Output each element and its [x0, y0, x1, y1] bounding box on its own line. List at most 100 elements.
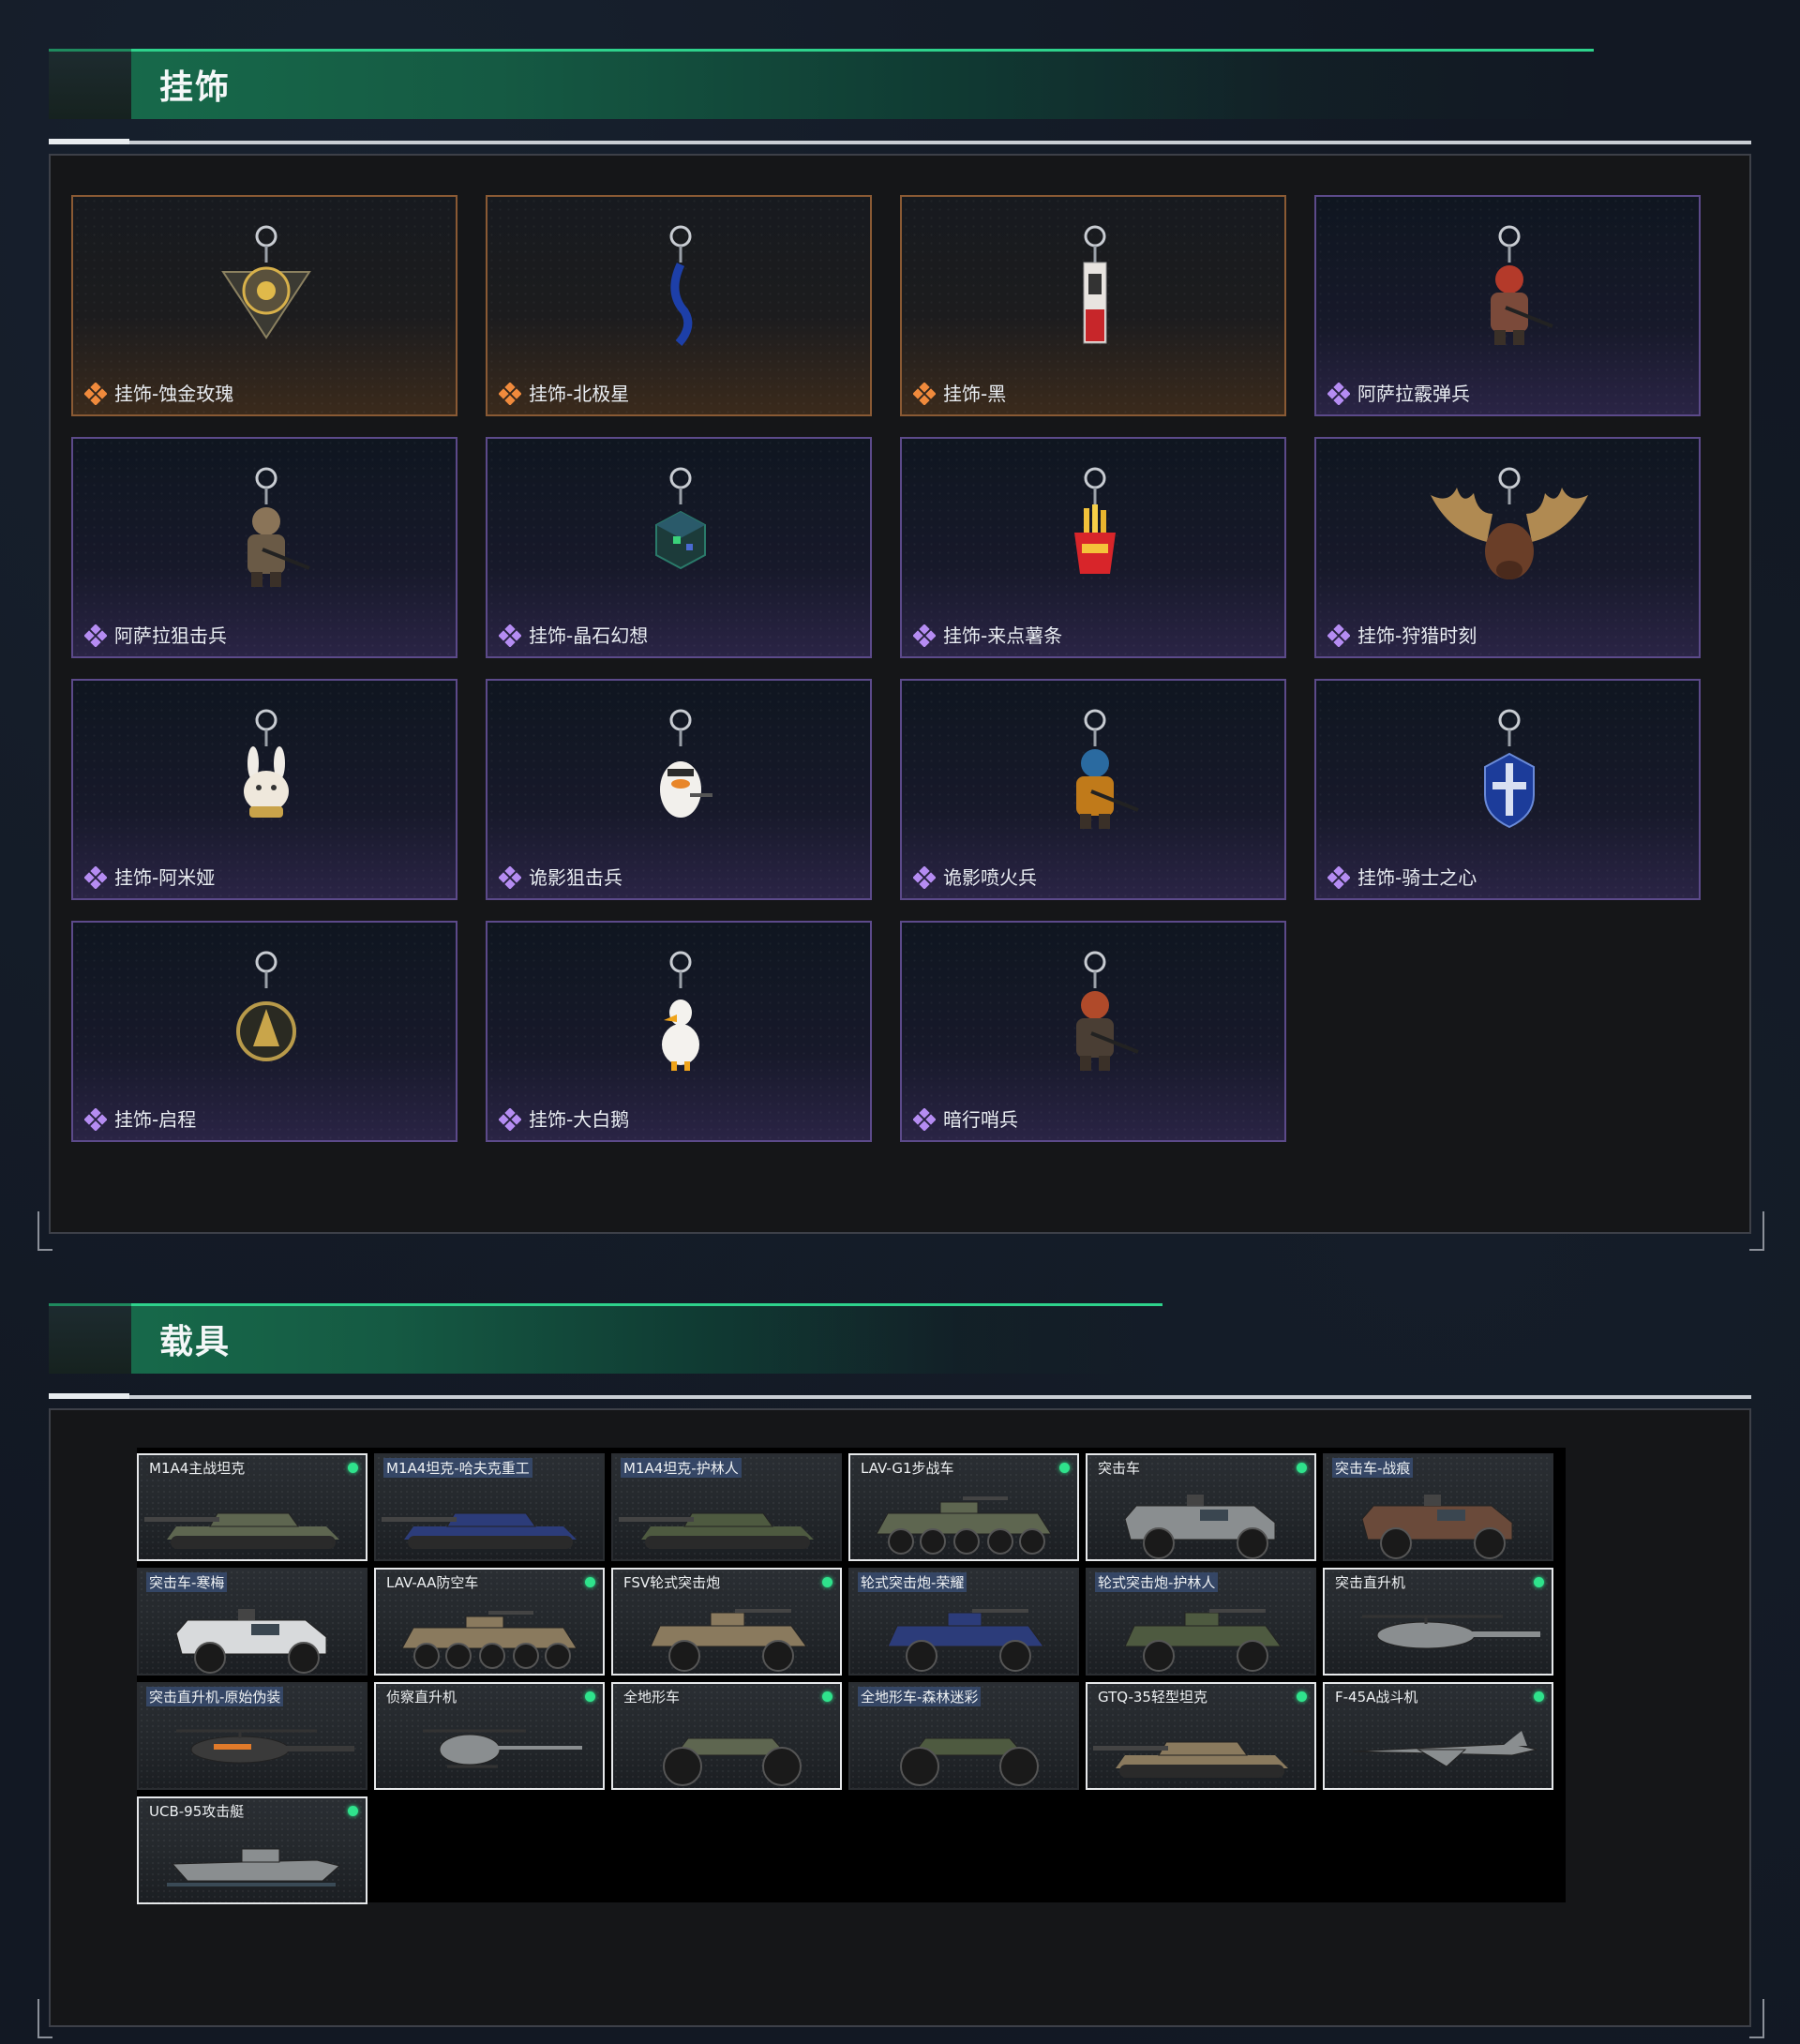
charm-name: 挂饰-晶石幻想 [529, 624, 649, 647]
atv-vehicle-icon [900, 1737, 1039, 1786]
vehicle-card[interactable]: GTQ-35轻型坦克 [1086, 1682, 1316, 1790]
charm-name: 挂饰-黑 [943, 383, 1007, 405]
header-left-block [49, 1303, 131, 1374]
vehicles-section-header: 载具 [49, 1303, 1751, 1399]
vehicle-name: F-45A战斗机 [1332, 1687, 1421, 1706]
vehicle-name: 突击车-战痕 [1332, 1458, 1414, 1478]
vehicle-card[interactable]: 全地形车 [611, 1682, 842, 1790]
rarity-diamond-icon [498, 865, 522, 890]
owned-status-dot [1297, 1463, 1307, 1473]
vehicle-card[interactable]: M1A4坦克-哈夫克重工 [374, 1453, 605, 1561]
rarity-diamond-icon [1327, 382, 1351, 406]
charm-name: 诡影狙击兵 [529, 866, 622, 889]
tank-vehicle-icon [619, 1512, 814, 1549]
charm-card[interactable]: 挂饰-蚀金玫瑰 [71, 195, 458, 416]
vehicle-card[interactable]: 轮式突击炮-荣耀 [848, 1568, 1079, 1676]
tank-vehicle-icon [382, 1512, 577, 1549]
tag-card-charm-icon [1083, 225, 1107, 344]
scout-vehicle-icon [423, 1729, 582, 1768]
charm-card[interactable]: 挂饰-黑 [900, 195, 1286, 416]
vehicle-card[interactable]: 侦察直升机 [374, 1682, 605, 1790]
charm-card[interactable]: 挂饰-来点薯条 [900, 437, 1286, 658]
vehicle-name: UCB-95攻击艇 [146, 1801, 248, 1821]
charm-card[interactable]: 挂饰-启程 [71, 921, 458, 1142]
flamethrower-figure-charm-icon [1076, 709, 1139, 829]
rarity-diamond-icon [83, 865, 108, 890]
rarity-diamond-icon [1327, 624, 1351, 648]
charm-name: 暗行哨兵 [943, 1108, 1018, 1131]
header-divider [49, 1395, 1751, 1399]
charm-card[interactable]: 挂饰-大白鹅 [486, 921, 872, 1142]
heli-vehicle-icon [1362, 1615, 1540, 1649]
header-bar [131, 1303, 1162, 1374]
vehicle-card[interactable]: 突击车-寒梅 [137, 1568, 368, 1676]
charm-name: 挂饰-大白鹅 [529, 1108, 630, 1131]
vehicle-card[interactable]: UCB-95攻击艇 [137, 1796, 368, 1904]
vehicle-name: 轮式突击炮-护林人 [1095, 1572, 1219, 1592]
frame-corner [38, 1211, 52, 1251]
vehicle-card[interactable]: 轮式突击炮-护林人 [1086, 1568, 1316, 1676]
jet-vehicle-icon [1352, 1731, 1538, 1767]
vehicle-card[interactable]: 全地形车-森林迷彩 [848, 1682, 1079, 1790]
vehicle-card[interactable]: F-45A战斗机 [1323, 1682, 1553, 1790]
rarity-diamond-icon [1327, 865, 1351, 890]
charm-card[interactable]: 暗行哨兵 [900, 921, 1286, 1142]
charm-name: 阿萨拉霰弹兵 [1358, 383, 1470, 405]
rarity-diamond-icon [498, 1107, 522, 1132]
owned-status-dot [822, 1577, 832, 1587]
sniper-figure-charm-icon [248, 467, 310, 587]
vehicle-name: FSV轮式突击炮 [621, 1572, 724, 1592]
vehicle-card[interactable]: LAV-AA防空车 [374, 1568, 605, 1676]
vehicle-card[interactable]: FSV轮式突击炮 [611, 1568, 842, 1676]
rarity-diamond-icon [912, 1107, 937, 1132]
charm-card[interactable]: 诡影狙击兵 [486, 679, 872, 900]
white-goose-charm-icon [662, 951, 699, 1071]
vehicle-card[interactable]: M1A4主战坦克 [137, 1453, 368, 1561]
buggy-vehicle-icon [1124, 1609, 1282, 1672]
owned-status-dot [822, 1691, 832, 1702]
rarity-diamond-icon [912, 624, 937, 648]
buggy-vehicle-icon [650, 1609, 807, 1672]
owned-status-dot [1297, 1691, 1307, 1702]
owned-status-dot [1059, 1463, 1070, 1473]
vehicle-card[interactable]: 突击车-战痕 [1323, 1453, 1553, 1561]
tank-vehicle-icon [1093, 1741, 1288, 1778]
vehicle-name: LAV-G1步战车 [858, 1458, 957, 1478]
vehicle-name: M1A4坦克-哈夫克重工 [383, 1458, 532, 1478]
header-divider-accent [49, 1393, 129, 1399]
charm-card[interactable]: 诡影喷火兵 [900, 679, 1286, 900]
frame-corner [1749, 1211, 1764, 1251]
vehicle-name: 突击车 [1095, 1458, 1144, 1478]
charm-card[interactable]: 挂饰-北极星 [486, 195, 872, 416]
vehicle-name: M1A4主战坦克 [146, 1458, 248, 1478]
vehicle-card[interactable]: 突击直升机 [1323, 1568, 1553, 1676]
buggy-vehicle-icon [887, 1609, 1044, 1672]
charm-card[interactable]: 挂饰-阿米娅 [71, 679, 458, 900]
header-left-block [49, 49, 131, 119]
vehicle-name: M1A4坦克-护林人 [621, 1458, 742, 1478]
truck-vehicle-icon [175, 1609, 327, 1674]
shotgunner-figure-charm-icon [1491, 225, 1553, 345]
vehicle-card[interactable]: 突击直升机-原始伪装 [137, 1682, 368, 1790]
vehicle-name: 轮式突击炮-荣耀 [858, 1572, 968, 1592]
vehicle-name: 侦察直升机 [383, 1687, 460, 1706]
charm-name: 挂饰-北极星 [529, 383, 630, 405]
vehicle-card[interactable]: LAV-G1步战车 [848, 1453, 1079, 1561]
duck-sniper-charm-icon [660, 709, 712, 818]
charm-card[interactable]: 挂饰-骑士之心 [1314, 679, 1701, 900]
sentinel-figure-charm-icon [1076, 951, 1139, 1071]
charm-card[interactable]: 阿萨拉霰弹兵 [1314, 195, 1701, 416]
vehicle-card[interactable]: 突击车 [1086, 1453, 1316, 1561]
blue-ribbon-charm-icon [669, 225, 693, 346]
charm-card[interactable]: 挂饰-晶石幻想 [486, 437, 872, 658]
charm-name: 阿萨拉狙击兵 [114, 624, 227, 647]
charm-card[interactable]: 阿萨拉狙击兵 [71, 437, 458, 658]
fries-charm-icon [1074, 467, 1116, 574]
vehicle-name: 全地形车-森林迷彩 [858, 1687, 982, 1706]
charm-name: 挂饰-骑士之心 [1358, 866, 1478, 889]
charm-card[interactable]: 挂饰-狩猎时刻 [1314, 437, 1701, 658]
apc8-vehicle-icon [876, 1496, 1052, 1555]
vehicle-card[interactable]: M1A4坦克-护林人 [611, 1453, 842, 1561]
owned-status-dot [1534, 1577, 1544, 1587]
charms-section-frame: 挂饰-蚀金玫瑰 挂饰-北极星 挂饰-黑 阿萨拉霰弹兵 阿萨拉狙击兵 挂饰-晶石幻… [49, 154, 1751, 1234]
